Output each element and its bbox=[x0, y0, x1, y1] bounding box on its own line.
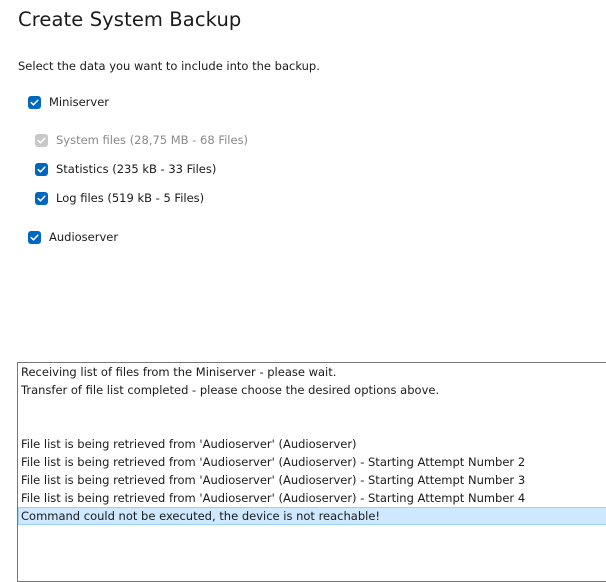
audioserver-label: Audioserver bbox=[49, 230, 119, 244]
log-line[interactable]: Transfer of file list completed - please… bbox=[18, 381, 606, 399]
log-files-checkbox[interactable]: Log files (519 kB - 5 Files) bbox=[35, 191, 204, 205]
statistics-label: Statistics (235 kB - 33 Files) bbox=[56, 162, 217, 176]
checkmark-icon bbox=[35, 133, 48, 147]
miniserver-checkbox[interactable]: Miniserver bbox=[28, 95, 109, 109]
log-line[interactable] bbox=[18, 399, 606, 417]
log-line[interactable]: File list is being retrieved from 'Audio… bbox=[18, 435, 606, 453]
checkmark-icon bbox=[35, 162, 48, 176]
audioserver-checkbox[interactable]: Audioserver bbox=[28, 230, 118, 244]
log-line[interactable]: File list is being retrieved from 'Audio… bbox=[18, 453, 606, 471]
miniserver-label: Miniserver bbox=[49, 95, 110, 109]
log-line[interactable]: Receiving list of files from the Miniser… bbox=[18, 363, 606, 381]
checkmark-icon bbox=[28, 230, 41, 244]
page-title: Create System Backup bbox=[18, 8, 242, 31]
statistics-checkbox[interactable]: Statistics (235 kB - 33 Files) bbox=[35, 162, 216, 176]
checkmark-icon bbox=[35, 191, 48, 205]
log-files-label: Log files (519 kB - 5 Files) bbox=[56, 191, 205, 205]
log-line[interactable]: File list is being retrieved from 'Audio… bbox=[18, 471, 606, 489]
instruction-text: Select the data you want to include into… bbox=[18, 59, 320, 73]
checkmark-icon bbox=[28, 95, 41, 109]
log-list[interactable]: Receiving list of files from the Miniser… bbox=[17, 362, 606, 582]
system-files-label: System files (28,75 MB - 68 Files) bbox=[56, 133, 249, 147]
system-files-checkbox: System files (28,75 MB - 68 Files) bbox=[35, 133, 248, 147]
log-line-selected[interactable]: Command could not be executed, the devic… bbox=[18, 507, 606, 525]
log-line[interactable]: File list is being retrieved from 'Audio… bbox=[18, 489, 606, 507]
log-line[interactable] bbox=[18, 417, 606, 435]
